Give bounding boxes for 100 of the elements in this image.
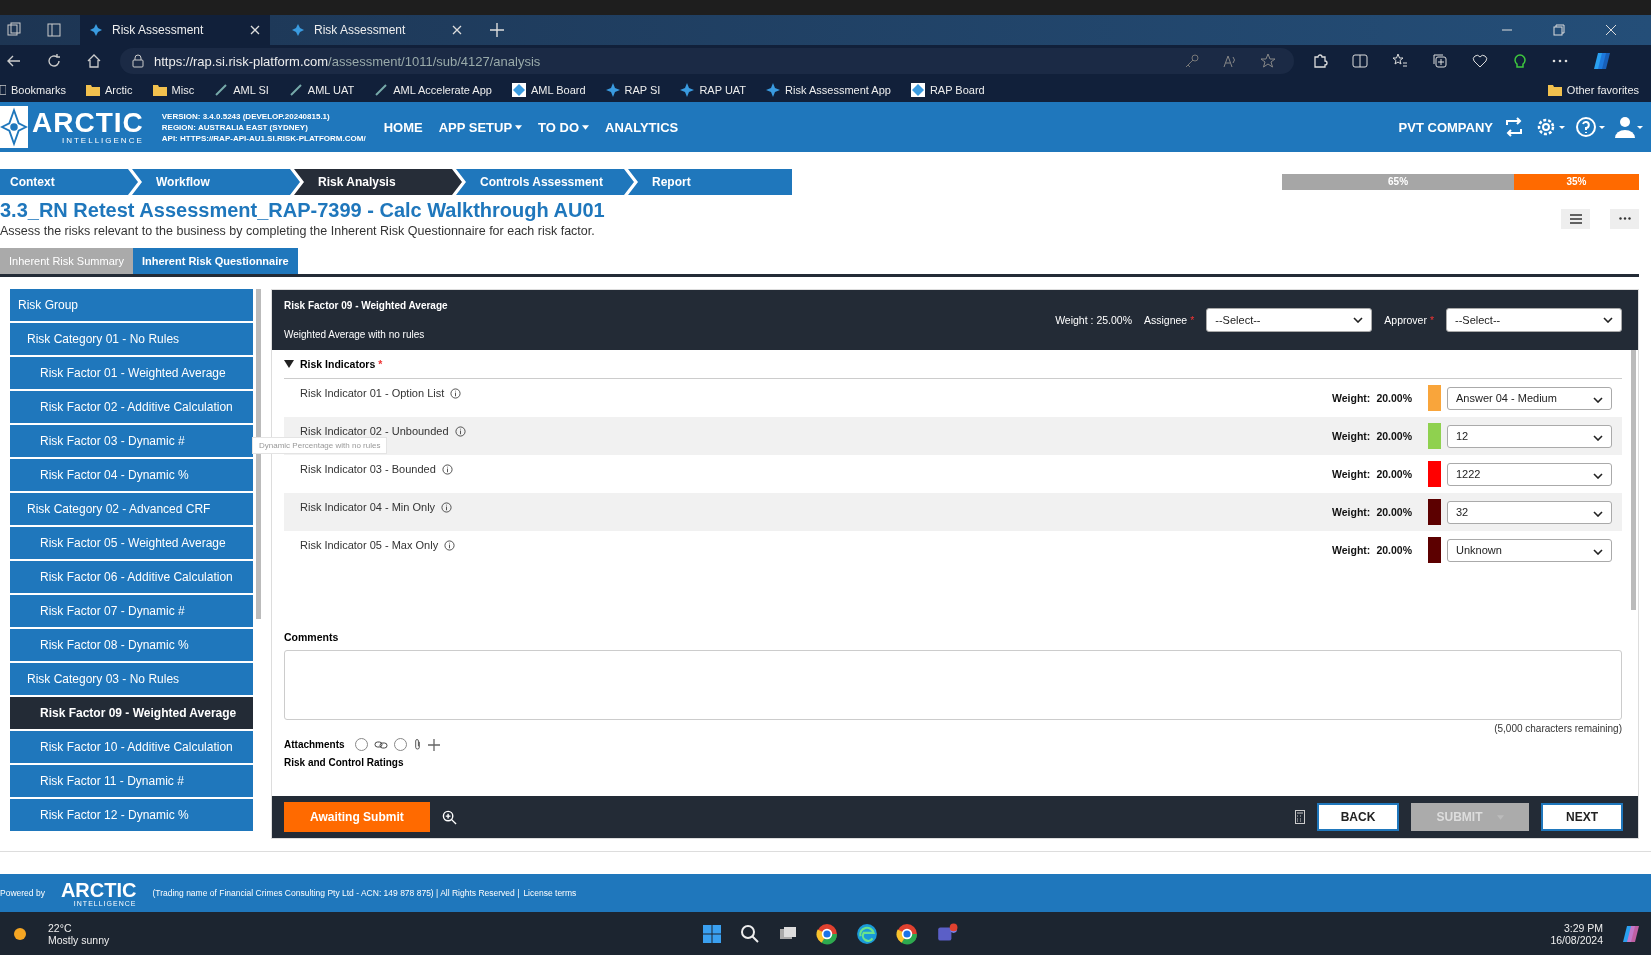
back-icon[interactable] [6, 53, 22, 69]
answer-select[interactable]: 12 [1447, 424, 1612, 448]
edge-icon[interactable] [855, 922, 878, 945]
windows-icon[interactable] [701, 923, 722, 944]
action-button[interactable]: BACK [1317, 803, 1399, 831]
progress-segment: 65% [1282, 174, 1515, 190]
workflow-step[interactable]: Context [0, 169, 138, 195]
sidebar-item[interactable]: Risk Factor 10 - Additive Calculation [10, 731, 253, 763]
key-icon[interactable] [1184, 53, 1200, 69]
bookmark-folder[interactable]: Other favorites [1547, 83, 1639, 96]
puzzle-icon[interactable] [1312, 53, 1328, 69]
license-link[interactable]: License terms [523, 888, 577, 898]
close-icon[interactable] [1605, 24, 1617, 36]
settings-icon[interactable] [1535, 116, 1565, 138]
star-icon[interactable] [1260, 53, 1276, 69]
info-icon[interactable] [450, 388, 462, 399]
info-icon[interactable] [444, 540, 456, 551]
nav-link[interactable]: ANALYTICS [605, 119, 679, 135]
add-icon[interactable] [427, 738, 440, 751]
answer-select[interactable]: 1222 [1447, 462, 1612, 486]
collections-icon[interactable] [1432, 53, 1448, 69]
section-header[interactable]: Risk Indicators * [284, 350, 1622, 379]
close-icon[interactable] [452, 25, 462, 35]
bookmark[interactable]: Bookmarks [0, 82, 67, 97]
sidebar-item[interactable]: Risk Category 02 - Advanced CRF [10, 493, 253, 525]
help-icon[interactable] [1575, 116, 1605, 138]
answer-select[interactable]: Answer 04 - Medium [1447, 386, 1612, 410]
home-icon[interactable] [86, 53, 102, 69]
chrome-icon[interactable] [815, 922, 838, 945]
calculator-icon[interactable] [1295, 810, 1305, 824]
sidebar-item[interactable]: Risk Factor 02 - Additive Calculation [10, 391, 253, 423]
more-button[interactable] [1610, 208, 1639, 229]
bookmark[interactable]: Arctic [86, 83, 133, 96]
bookmark[interactable]: RAP SI [605, 82, 661, 97]
assignee-select[interactable]: --Select-- [1206, 308, 1373, 332]
bookmark[interactable]: AML SI [214, 82, 269, 97]
nav-link[interactable]: APP SETUP [438, 119, 523, 135]
bulb-icon[interactable] [1512, 52, 1528, 70]
heart-icon[interactable] [1472, 53, 1488, 69]
switch-icon[interactable] [1503, 117, 1525, 137]
address-bar[interactable]: https://rap.si.risk-platform.com/assessment/1011/sub/4127/analysis [120, 48, 1294, 74]
temperature: 22°C [48, 921, 73, 934]
bookmark[interactable]: AML Accelerate App [374, 82, 492, 97]
bookmark[interactable]: RAP UAT [680, 82, 747, 97]
sidebar-item[interactable]: Risk Factor 04 - Dynamic % [10, 459, 253, 491]
comments-field[interactable] [284, 650, 1622, 720]
workflow-step[interactable]: Risk Analysis [294, 169, 462, 195]
info-icon[interactable] [454, 426, 466, 437]
link-icon[interactable] [373, 739, 388, 750]
browser-tab[interactable]: Risk Assessment [282, 15, 472, 45]
split-screen-icon[interactable] [1352, 53, 1368, 69]
sidebar-item[interactable]: Risk Factor 12 - Dynamic % [10, 799, 253, 831]
nav-link[interactable]: HOME [383, 119, 423, 135]
approver-select[interactable]: --Select-- [1446, 308, 1622, 332]
read-aloud-icon[interactable] [1222, 53, 1238, 69]
workflow-step[interactable]: Report [628, 169, 792, 195]
logo[interactable]: ARCTIC INTELLIGENCE [0, 106, 152, 148]
action-button[interactable]: NEXT [1541, 803, 1623, 831]
info-icon[interactable] [441, 502, 453, 513]
tab[interactable]: Inherent Risk Questionnaire [132, 248, 298, 274]
sidebar-item[interactable]: Risk Group [10, 289, 253, 321]
copilot-icon[interactable] [1621, 923, 1641, 944]
workspaces-icon[interactable] [6, 22, 22, 38]
more-icon[interactable] [1552, 59, 1568, 63]
sidebar-item[interactable]: Risk Factor 08 - Dynamic % [10, 629, 253, 661]
restore-icon[interactable] [1553, 24, 1565, 36]
copilot-icon[interactable] [1592, 51, 1612, 71]
answer-select[interactable]: 32 [1447, 500, 1612, 524]
nav-link[interactable]: TO DO [538, 119, 589, 135]
bookmark[interactable]: RAP Board [910, 82, 985, 97]
sidebar-item[interactable]: Risk Category 01 - No Rules [10, 323, 253, 355]
bookmark[interactable]: Risk Assessment App [766, 82, 891, 97]
list-view-button[interactable] [1561, 208, 1590, 229]
workflow-step[interactable]: Workflow [132, 169, 300, 195]
workflow-step[interactable]: Controls Assessment [456, 169, 634, 195]
bookmark[interactable]: Misc [152, 83, 195, 96]
close-icon[interactable] [250, 25, 260, 35]
browser-tab[interactable]: Risk Assessment [80, 15, 270, 45]
sidebar-item[interactable]: Risk Category 03 - No Rules [10, 663, 253, 695]
chrome-icon[interactable] [895, 922, 918, 945]
sidebar-item[interactable]: Risk Factor 05 - Weighted Average [10, 527, 253, 559]
refresh-icon[interactable] [46, 53, 62, 69]
zoom-in-icon[interactable] [441, 809, 457, 825]
paperclip-icon[interactable] [412, 738, 422, 751]
tab-actions-icon[interactable] [46, 22, 62, 38]
bookmark[interactable]: AML Board [511, 82, 586, 97]
answer-select[interactable]: Unknown [1447, 538, 1612, 562]
sidebar-item[interactable]: Risk Factor 09 - Weighted Average [10, 697, 253, 729]
sidebar-item[interactable]: Risk Factor 01 - Weighted Average [10, 357, 253, 389]
favorites-icon[interactable] [1392, 53, 1408, 69]
bookmark[interactable]: AML UAT [288, 82, 355, 97]
page-icon [0, 82, 6, 97]
search-icon[interactable] [739, 923, 760, 944]
info-icon[interactable] [441, 464, 453, 475]
sidebar-item[interactable]: Risk Factor 11 - Dynamic # [10, 765, 253, 797]
sidebar-item[interactable]: Risk Factor 06 - Additive Calculation [10, 561, 253, 593]
sidebar-item[interactable]: Risk Factor 07 - Dynamic # [10, 595, 253, 627]
user-icon[interactable] [1615, 116, 1643, 138]
sidebar-item[interactable]: Risk Factor 03 - Dynamic # [10, 425, 253, 457]
new-tab-icon[interactable] [490, 23, 504, 37]
